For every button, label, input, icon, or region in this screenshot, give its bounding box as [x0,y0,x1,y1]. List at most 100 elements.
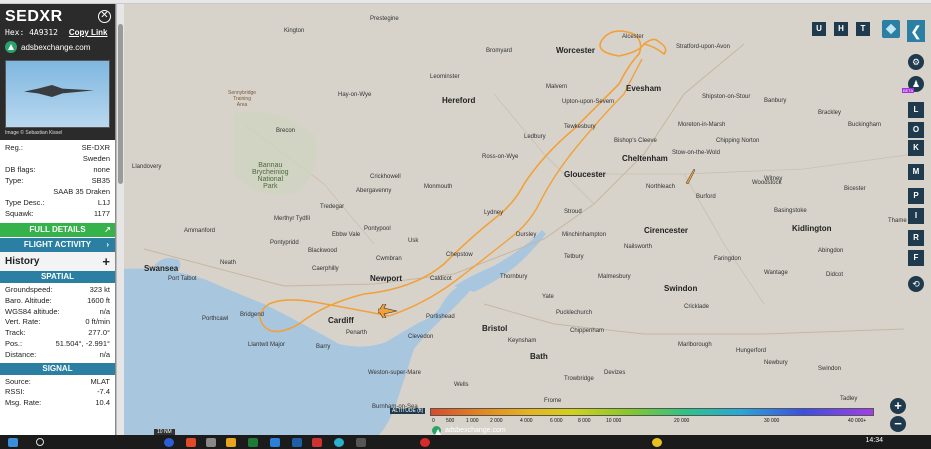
beta-badge: BETA [902,88,915,93]
app-icon[interactable] [248,438,258,447]
place-town: Brackley [818,110,842,116]
place-bristol: Bristol [482,324,508,333]
place-town: Burford [696,194,716,200]
pos-value: 51.504°, -2.991° [55,338,110,348]
place-town: Newbury [764,360,788,366]
copy-link[interactable]: Copy Link [69,28,108,37]
place-town: Ebbw Vale [332,232,361,238]
zoom-out-button[interactable]: − [890,416,906,432]
collapse-sidebar-button[interactable]: ❮ [907,20,925,42]
place-town: Kington [284,28,305,34]
photo-credit: Image © Sebastian Kissel [5,130,63,136]
place-town: Pontypool [364,226,391,232]
history-toggle[interactable]: History + [0,252,115,271]
layers-icon[interactable] [882,20,900,38]
aircraft-marker-icon[interactable] [378,304,398,318]
place-town: Trowbridge [564,376,594,382]
place-town: Chippenham [570,328,605,334]
place-town: Neath [220,260,237,266]
app-icon[interactable] [206,438,216,447]
os-taskbar: 14:34 [0,435,931,449]
toggle-m-button[interactable]: M [908,164,924,180]
training-area-label: Sennybridge Training Area [228,90,256,108]
wgs-row: WGS84 altitude: n/a [5,307,110,318]
map-type-t-button[interactable]: T [856,22,870,36]
zoom-in-button[interactable]: + [890,398,906,414]
reg-value: SE-DXR [81,143,110,152]
history-label: History [5,256,40,267]
brand-link[interactable]: adsbexchange.com [5,41,110,53]
wgs-value: n/a [99,306,110,316]
distance-value: n/a [99,349,110,359]
dbflags-row: DB flags: none [5,164,110,175]
close-icon[interactable]: ✕ [98,10,111,23]
replay-icon[interactable]: ⟲ [908,276,924,292]
app-icon[interactable] [186,438,196,447]
search-icon[interactable] [36,438,44,446]
vert-row: Vert. Rate: 0 ft/min [5,317,110,328]
toggle-f-button[interactable]: F [908,250,924,266]
place-town: Yate [542,294,554,300]
scrollbar-thumb[interactable] [118,24,123,184]
full-details-button[interactable]: FULL DETAILS ↗ [0,223,115,237]
vert-label: Vert. Rate: [5,317,41,327]
place-town: Didcot [826,272,844,278]
msgrate-row: Msg. Rate: 10.4 [5,398,110,409]
other-aircraft-icon[interactable] [684,168,696,184]
type-name: SAAB 35 Draken [53,187,110,196]
app-icon[interactable] [356,438,366,447]
app-icon[interactable] [292,438,302,447]
place-cheltenham: Cheltenham [622,154,668,163]
place-town: Moreton-in-Marsh [678,122,726,128]
place-gloucester: Gloucester [564,170,606,179]
type-value: SB35 [91,176,110,185]
panel-scrollbar[interactable] [116,4,124,435]
place-town: Llandovery [132,164,162,170]
toggle-o-button[interactable]: O [908,122,924,138]
legend-tick: 2 000 [490,418,503,424]
place-town: Weston-super-Mare [368,370,421,376]
place-town: Leominster [430,74,460,80]
distance-label: Distance: [5,349,37,359]
taskbar-clock[interactable]: 14:34 [865,437,883,444]
brand-text: adsbexchange.com [21,42,91,52]
toggle-p-button[interactable]: P [908,188,924,204]
toggle-l-button[interactable]: L [908,102,924,118]
spatial-header: SPATIAL [0,271,115,283]
app-icon[interactable] [420,438,430,447]
place-stroud: Stroud [564,209,582,215]
source-row: Source: MLAT [5,377,110,388]
windows-start-icon[interactable] [8,438,18,447]
baro-value: 1600 ft [87,295,110,305]
place-swindon: Swindon [664,284,698,293]
hex-value: 4A9312 [29,28,58,37]
aircraft-photo[interactable] [5,60,110,128]
signal-stats: Source: MLAT RSSI: -7.4 Msg. Rate: 10.4 [0,375,115,411]
map-type-h-button[interactable]: H [834,22,848,36]
toggle-i-button[interactable]: I [908,208,924,224]
place-oxford: Kidlington [792,224,832,233]
app-icon[interactable] [312,438,322,447]
toggle-r-button[interactable]: R [908,230,924,246]
toggle-k-button[interactable]: K [908,140,924,156]
folder-icon[interactable] [226,438,236,447]
browser-icon[interactable] [334,438,344,447]
settings-gear-icon[interactable]: ⚙ [908,54,924,70]
place-town: Devizes [604,370,626,376]
place-town: Shipston-on-Stour [702,94,751,100]
map-footer-brand[interactable]: adsbexchange.com [432,426,506,435]
chevron-right-icon: › [106,240,109,249]
pos-label: Pos.: [5,338,23,348]
track-label: Track: [5,328,26,338]
severn-estuary [454,230,546,292]
panel-header: SEDXR ✕ Hex: 4A9312 Copy Link adsbexchan… [0,4,115,56]
distance-row: Distance: n/a [5,350,110,361]
map-type-u-button[interactable]: U [812,22,826,36]
place-town: Keynsham [508,338,537,344]
app-icon[interactable] [270,438,280,447]
app-icon[interactable] [164,438,174,447]
place-town: Marlborough [678,342,712,348]
weather-icon[interactable] [652,438,662,447]
map-canvas[interactable]: Hereford Worcester Gloucester Cheltenham… [124,4,931,435]
flight-activity-button[interactable]: FLIGHT ACTIVITY › [0,238,115,252]
